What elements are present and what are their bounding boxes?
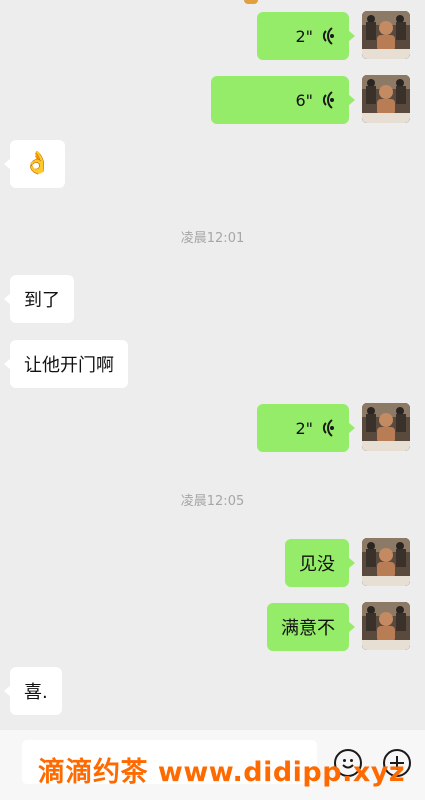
voice-wave-icon [322,91,334,109]
text-message-bubble[interactable]: 让他开门啊 [4,340,128,388]
message-text: 满意不 [281,618,335,639]
message-row: 6" [0,75,425,125]
voice-duration: 2" [295,418,313,438]
message-text: 到了 [24,290,60,311]
avatar[interactable] [362,75,410,123]
voice-duration: 2" [295,26,313,46]
message-text: 喜. [24,682,48,703]
text-message-bubble[interactable]: 到了 [4,275,74,323]
message-text: 让他开门啊 [24,355,114,376]
avatar-image [362,403,410,451]
message-row: 见没 [0,538,425,588]
avatar-image [362,75,410,123]
voice-message-bubble[interactable]: 2" [257,12,355,60]
avatar-image [362,11,410,59]
avatar[interactable] [362,602,410,650]
emoji-message-bubble[interactable]: 👌 [4,140,65,188]
chat-window: 2" 6" 👌 凌晨12:01 到了 让他开门啊 2" 凌晨12:05 见没 满… [0,0,425,800]
text-message-bubble[interactable]: 喜. [4,667,62,715]
top-edge-fragment [244,0,258,4]
voice-wave-icon [322,419,334,437]
message-text: 见没 [299,554,335,575]
avatar[interactable] [362,538,410,586]
avatar-image [362,538,410,586]
voice-message-bubble[interactable]: 2" [257,404,355,452]
avatar[interactable] [362,403,410,451]
ok-hand-emoji: 👌 [23,151,52,176]
avatar[interactable] [362,11,410,59]
voice-duration: 6" [295,90,313,110]
text-message-bubble[interactable]: 见没 [285,539,355,587]
message-row: 2" [0,403,425,453]
timestamp: 凌晨12:01 [180,231,245,246]
timestamp: 凌晨12:05 [180,494,245,509]
message-row: 让他开门啊 [0,340,425,390]
message-row: 到了 [0,275,425,325]
message-row: 满意不 [0,602,425,652]
voice-message-bubble[interactable]: 6" [211,76,355,124]
message-row: 喜. [0,667,425,717]
avatar-image [362,602,410,650]
voice-wave-icon [322,27,334,45]
text-message-bubble[interactable]: 满意不 [267,603,355,651]
message-row: 👌 [0,140,425,190]
message-row: 2" [0,11,425,61]
watermark-text: 滴滴约茶 www.didipp.xyz [38,757,406,788]
